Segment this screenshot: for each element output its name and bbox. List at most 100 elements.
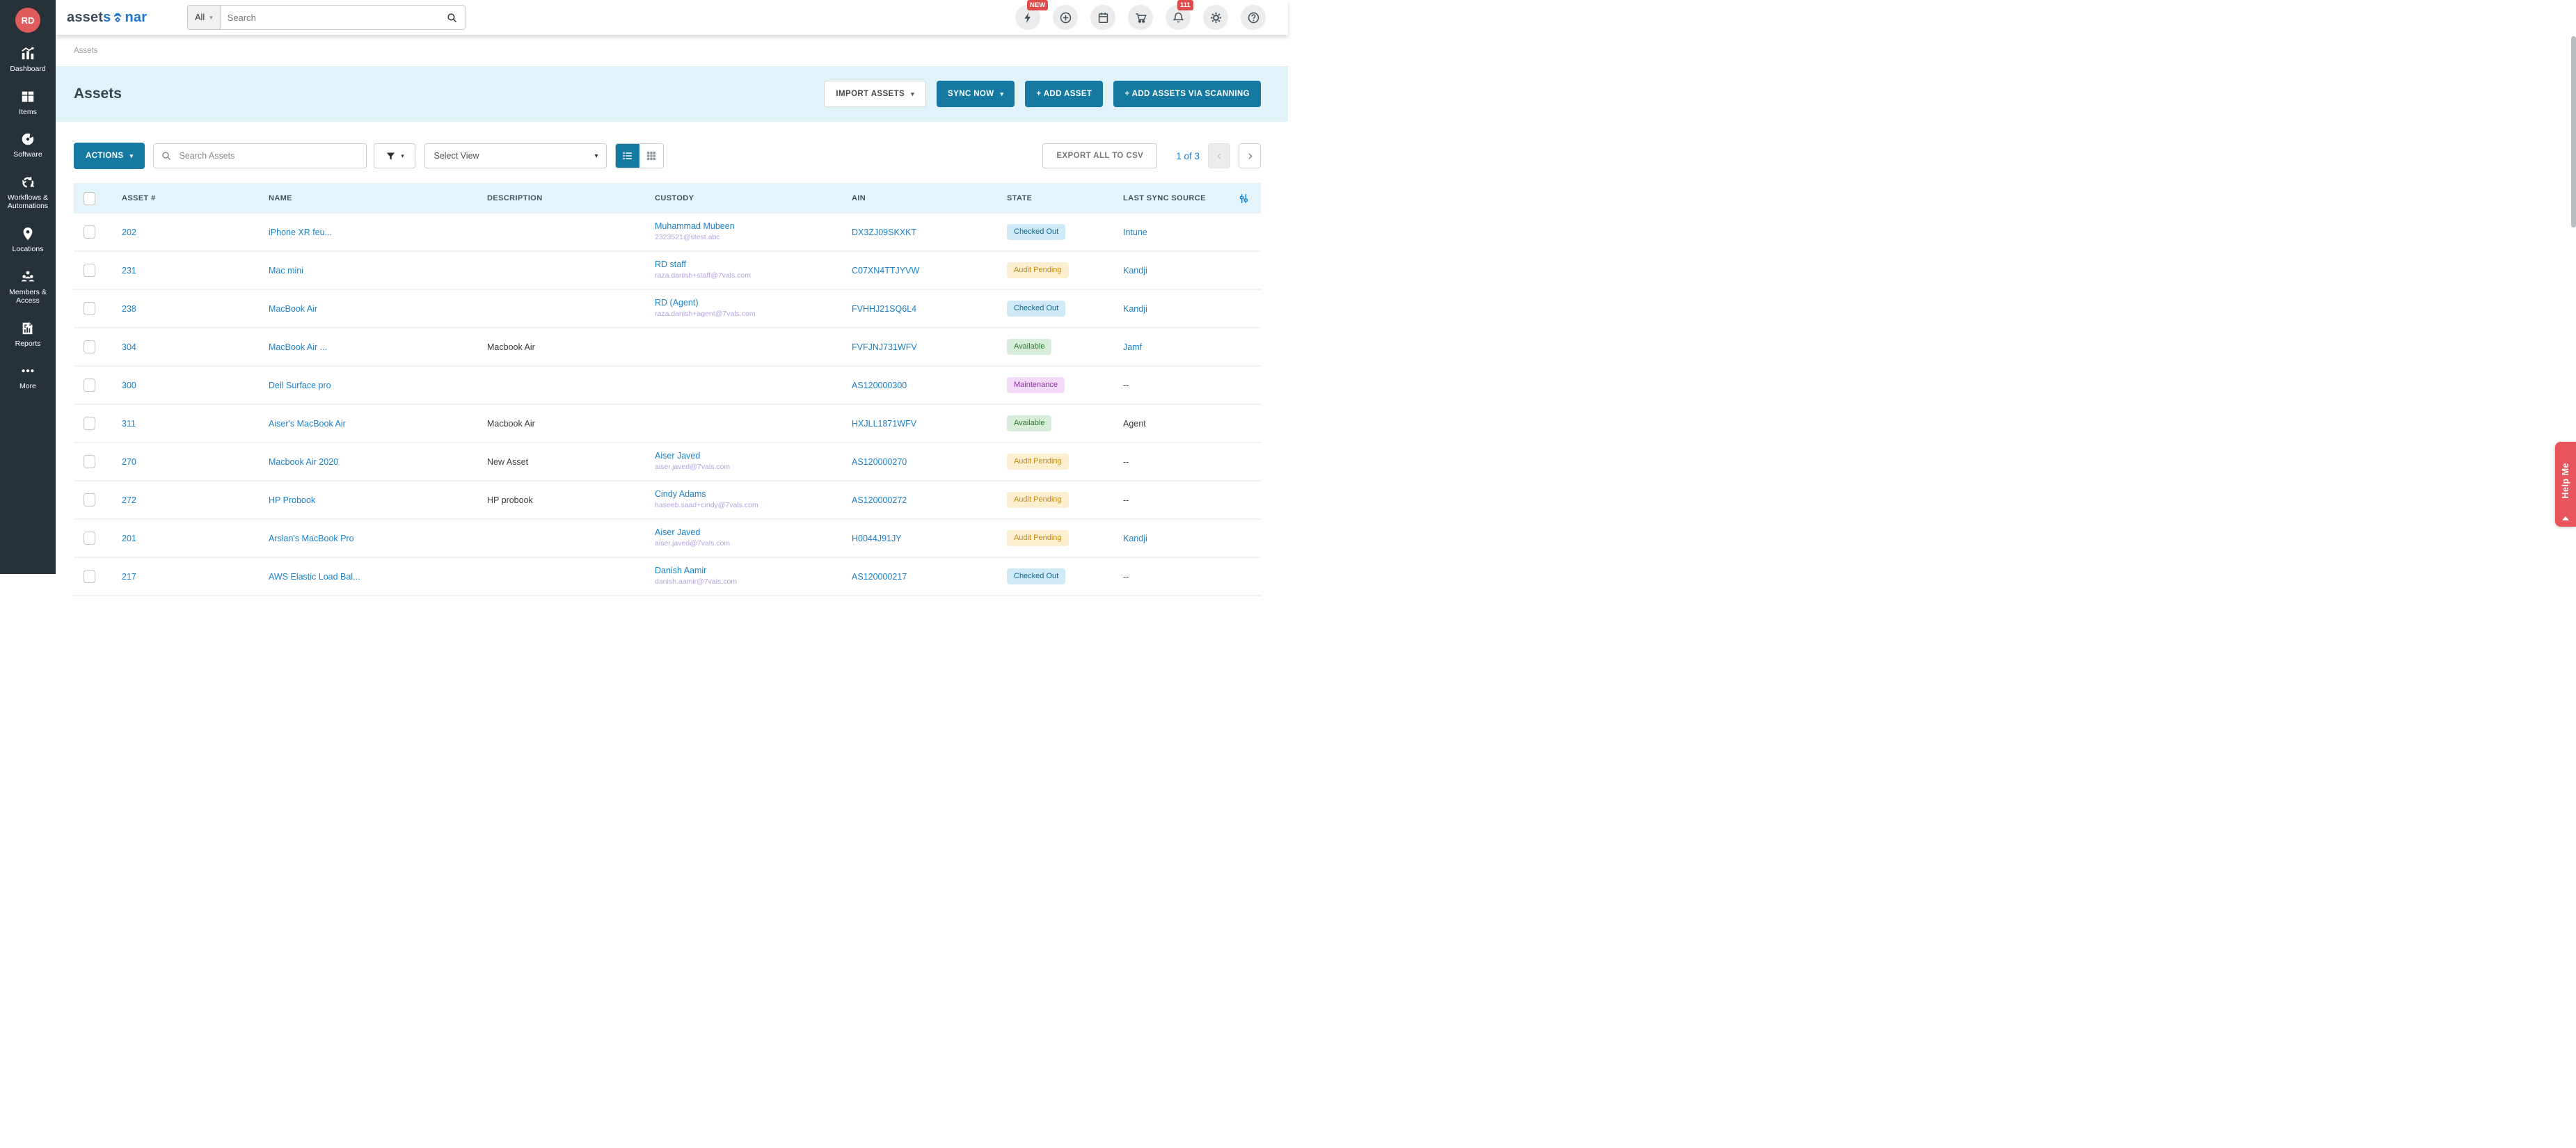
custody-user-link[interactable]: RD (Agent) (655, 298, 834, 308)
asset-name-link[interactable]: MacBook Air (269, 304, 317, 314)
sidebar-item-workflows-automations[interactable]: Workflows & Automations (0, 167, 56, 218)
select-all-checkbox[interactable] (84, 192, 95, 205)
ain-link[interactable]: H0044J91JY (852, 534, 902, 543)
asset-number-link[interactable]: 270 (122, 457, 136, 467)
previous-page-button[interactable] (1208, 143, 1230, 168)
row-checkbox[interactable] (84, 570, 95, 583)
search-assets-input[interactable] (177, 150, 359, 161)
sidebar-item-locations[interactable]: Locations (0, 218, 56, 262)
ain-link[interactable]: AS120000272 (852, 495, 907, 505)
column-header-state[interactable]: STATE (989, 194, 1106, 202)
asset-number-link[interactable]: 201 (122, 534, 136, 543)
custody-user-link[interactable]: Danish Aamir (655, 566, 834, 576)
column-header-custody[interactable]: CUSTODY (637, 194, 834, 202)
select-view-dropdown[interactable]: Select View ▾ (424, 143, 607, 168)
asset-name-link[interactable]: AWS Elastic Load Bal... (269, 572, 360, 582)
custody-user-link[interactable]: RD staff (655, 260, 834, 270)
column-header-last-sync-source[interactable]: LAST SYNC SOURCE (1106, 194, 1227, 202)
sync-now-button[interactable]: SYNC NOW ▾ (937, 81, 1015, 107)
state-badge: Audit Pending (1007, 262, 1069, 278)
asset-name-link[interactable]: MacBook Air ... (269, 342, 327, 352)
row-checkbox[interactable] (84, 532, 95, 545)
column-header-description[interactable]: DESCRIPTION (470, 194, 637, 202)
ain-link[interactable]: FVHHJ21SQ6L4 (852, 304, 916, 314)
search-scope-dropdown[interactable]: All ▾ (188, 6, 220, 29)
ain-link[interactable]: AS120000300 (852, 381, 907, 390)
custody-user-link[interactable]: Aiser Javed (655, 452, 834, 461)
row-checkbox[interactable] (84, 302, 95, 315)
help-button[interactable] (1241, 5, 1266, 30)
sidebar-item-more[interactable]: More (0, 356, 56, 399)
sidebar-item-members-access[interactable]: Members & Access (0, 262, 56, 313)
grid-view-icon (646, 150, 657, 161)
asset-number-link[interactable]: 217 (122, 572, 136, 582)
custody-email: aiser.javed@7vals.com (655, 540, 834, 548)
custody-email: danish.aamir@7vals.com (655, 578, 834, 587)
quick-actions-button[interactable]: NEW (1015, 5, 1040, 30)
add-new-button[interactable] (1053, 5, 1078, 30)
column-header-ain[interactable]: AIN (834, 194, 989, 202)
asset-name-link[interactable]: Arslan's MacBook Pro (269, 534, 354, 543)
filter-button[interactable]: ▾ (374, 143, 415, 168)
custody-user-link[interactable]: Muhammad Mubeen (655, 222, 834, 232)
column-header-asset-num[interactable]: ASSET # (104, 194, 251, 202)
asset-number-link[interactable]: 272 (122, 495, 136, 505)
ain-link[interactable]: HXJLL1871WFV (852, 419, 916, 429)
ain-link[interactable]: AS120000270 (852, 457, 907, 467)
actions-button[interactable]: ACTIONS ▾ (74, 143, 145, 169)
sidebar-item-dashboard[interactable]: Dashboard (0, 38, 56, 81)
search-icon (161, 150, 172, 161)
avatar[interactable]: RD (15, 8, 40, 33)
row-checkbox[interactable] (84, 417, 95, 430)
add-assets-via-scanning-button[interactable]: + ADD ASSETS VIA SCANNING (1113, 81, 1261, 107)
global-search-input[interactable] (221, 13, 447, 23)
asset-number-link[interactable]: 304 (122, 342, 136, 352)
next-page-button[interactable] (1239, 143, 1261, 168)
sidebar-item-reports[interactable]: Reports (0, 313, 56, 356)
settings-gear-button[interactable] (1203, 5, 1228, 30)
asset-number-link[interactable]: 202 (122, 228, 136, 237)
row-checkbox[interactable] (84, 225, 95, 239)
asset-number-link[interactable]: 231 (122, 266, 136, 276)
ain-link[interactable]: FVFJNJ731WFV (852, 342, 917, 352)
column-header-name[interactable]: NAME (251, 194, 470, 202)
table-body: 202 iPhone XR feu... Muhammad Mubeen 232… (74, 214, 1261, 596)
app-logo[interactable]: assetsnar (67, 9, 147, 26)
row-checkbox[interactable] (84, 264, 95, 277)
row-checkbox[interactable] (84, 340, 95, 353)
row-checkbox[interactable] (84, 455, 95, 468)
asset-name-link[interactable]: Dell Surface pro (269, 381, 331, 390)
asset-number-link[interactable]: 300 (122, 381, 136, 390)
row-checkbox[interactable] (84, 493, 95, 507)
members-icon (20, 269, 35, 285)
notifications-bell-button[interactable]: 111 (1166, 5, 1191, 30)
sonar-diamond-icon (110, 9, 125, 26)
help-me-tab[interactable]: Help Me (2555, 442, 2576, 527)
asset-name-link[interactable]: HP Probook (269, 495, 315, 505)
scrollbar-thumb[interactable] (2571, 36, 2576, 228)
import-assets-button[interactable]: IMPORT ASSETS ▾ (824, 81, 926, 107)
custody-user-link[interactable]: Cindy Adams (655, 490, 834, 500)
column-settings-sliders-icon[interactable] (1238, 193, 1250, 205)
ain-link[interactable]: C07XN4TTJYVW (852, 266, 919, 276)
asset-name-link[interactable]: Macbook Air 2020 (269, 457, 338, 467)
asset-number-link[interactable]: 311 (122, 419, 136, 429)
ain-link[interactable]: DX3ZJ09SKXKT (852, 228, 916, 237)
custody-user-link[interactable]: Aiser Javed (655, 528, 834, 538)
export-all-to-csv-button[interactable]: EXPORT ALL TO CSV (1042, 143, 1157, 168)
sidebar-item-software[interactable]: Software (0, 124, 56, 167)
asset-name-link[interactable]: iPhone XR feu... (269, 228, 332, 237)
list-view-button[interactable] (616, 144, 639, 168)
row-checkbox[interactable] (84, 378, 95, 392)
asset-number-link[interactable]: 238 (122, 304, 136, 314)
cart-button[interactable] (1128, 5, 1153, 30)
asset-name-link[interactable]: Mac mini (269, 266, 303, 276)
add-asset-button[interactable]: + ADD ASSET (1025, 81, 1103, 107)
sidebar-item-items[interactable]: Items (0, 81, 56, 125)
calendar-button[interactable] (1090, 5, 1115, 30)
breadcrumb[interactable]: Assets (74, 47, 98, 55)
grid-view-button[interactable] (639, 144, 663, 168)
search-icon[interactable] (446, 12, 458, 24)
ain-link[interactable]: AS120000217 (852, 572, 907, 582)
asset-name-link[interactable]: Aiser's MacBook Air (269, 419, 346, 429)
